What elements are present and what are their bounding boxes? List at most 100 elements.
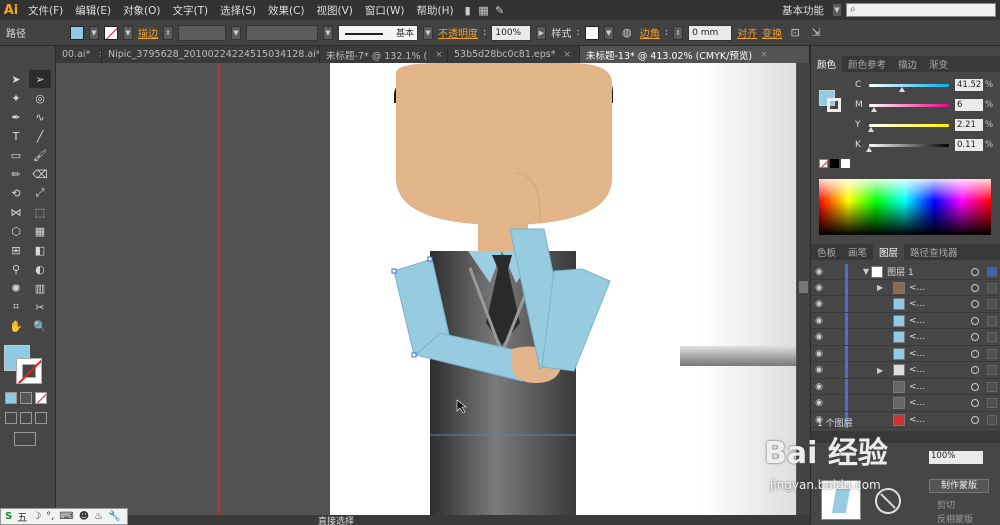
eye-icon[interactable]: ◉ [811,382,827,392]
tab-doc-2[interactable]: Nipic_3795628_20100224224515034128.ai*× [102,46,320,63]
fill-swatch[interactable] [70,25,84,40]
slider-knob[interactable] [870,106,877,112]
eraser-tool-icon[interactable]: ⌫ [29,165,51,183]
fill-dropdown[interactable]: ▼ [89,25,99,40]
cmyk-value-field[interactable]: 41.52 [955,79,983,91]
direct-selection-tool-icon[interactable]: ➢ [29,70,51,88]
column-graph-tool-icon[interactable]: ▥ [29,279,51,297]
lasso-tool-icon[interactable]: ◎ [29,89,51,107]
menu-file[interactable]: 文件(F) [22,3,69,18]
none-mode-button[interactable] [35,392,47,404]
tab-stroke[interactable]: 描边 [892,56,923,72]
transform-link[interactable]: 变换 [762,25,782,40]
punct-icon[interactable]: °, [46,511,54,522]
selection-indicator[interactable] [987,299,997,309]
bridge-icon[interactable]: ▮ [460,2,476,18]
pencil-tool-icon[interactable]: ✏ [5,165,27,183]
draw-inside-button[interactable] [35,412,47,424]
menu-view[interactable]: 视图(V) [311,3,359,18]
graphic-style-dropdown[interactable]: ▼ [603,25,614,40]
selection-indicator[interactable] [987,365,997,375]
sublayer-row[interactable]: ◉ <... [811,345,1000,362]
eye-icon[interactable]: ◉ [811,349,827,359]
opacity-label[interactable]: 不透明度 [438,25,478,40]
stroke-weight-field[interactable] [178,24,226,41]
eye-icon[interactable]: ◉ [811,267,827,277]
anchor-point[interactable] [427,256,433,262]
type-tool-icon[interactable]: T [5,127,27,145]
eye-icon[interactable]: ◉ [811,332,827,342]
search-input[interactable]: ⌕ [846,3,996,17]
cmyk-value-field[interactable]: 2.21 [955,119,983,131]
selection-indicator[interactable] [987,332,997,342]
stroke-weight-stepper[interactable]: ⇕ [163,25,173,40]
cmyk-value-field[interactable]: 6 [955,99,983,111]
cmyk-slider-c[interactable] [869,83,949,92]
draw-normal-button[interactable] [5,412,17,424]
menu-object[interactable]: 对象(O) [117,3,166,18]
rectangle-tool-icon[interactable]: ▭ [5,146,27,164]
gradient-tool-icon[interactable]: ◧ [29,241,51,259]
stroke-color-box[interactable] [16,358,42,384]
eyedropper-tool-icon[interactable]: ⚲ [5,260,27,278]
anchor-point[interactable] [391,268,397,274]
sublayer-row[interactable]: ◉ ▶ <... [811,279,1000,296]
hand-tool-icon[interactable]: ✋ [5,317,27,335]
draw-behind-button[interactable] [20,412,32,424]
tab-color-guide[interactable]: 颜色参考 [842,56,892,72]
sublayer-row[interactable]: ◉ ▶ <... [811,362,1000,379]
selection-indicator[interactable] [987,381,997,392]
corner-label[interactable]: 边角 [640,25,660,40]
corner-field[interactable]: 0 mm [688,24,733,41]
target-icon[interactable] [971,300,979,308]
tab-color[interactable]: 颜色 [811,56,843,72]
symbol-sprayer-tool-icon[interactable]: ✺ [5,279,27,297]
target-icon[interactable] [971,366,979,374]
selection-indicator[interactable] [987,266,997,277]
tab-swatches[interactable]: 色板 [811,244,842,260]
menu-effect[interactable]: 效果(C) [262,3,311,18]
tab-pathfinder[interactable]: 路径查找器 [904,244,964,260]
artboard[interactable] [330,63,796,515]
gradient-mode-button[interactable] [20,392,32,404]
close-icon[interactable]: × [564,50,572,60]
width-tool-icon[interactable]: ⋈ [5,203,27,221]
target-icon[interactable] [971,399,979,407]
zoom-tool-icon[interactable]: 🔍 [29,317,51,335]
selection-indicator[interactable] [987,414,997,425]
slider-knob[interactable] [867,126,874,132]
opacity-field[interactable]: 100% [491,24,532,41]
cmyk-slider-y[interactable] [867,123,949,132]
tab-doc-5[interactable]: 未标题-13* @ 413.02% (CMYK/预览) × [580,46,810,63]
scale-tool-icon[interactable]: ⤢ [29,184,51,202]
align-link[interactable]: 对齐 [737,25,757,40]
menu-edit[interactable]: 编辑(E) [69,3,117,18]
eye-icon[interactable]: ◉ [811,299,827,309]
sublayer-row[interactable]: ◉ <... [811,378,1000,395]
tab-doc-1[interactable]: 00.ai*× [56,46,102,63]
clip-checkbox[interactable]: 剪切 [937,498,955,511]
target-icon[interactable] [971,382,979,391]
sublayer-row[interactable]: ◉ <... [811,296,1000,313]
selection-tool-icon[interactable]: ➤ [5,70,27,88]
white-swatch[interactable] [841,159,850,168]
recolor-icon[interactable]: ◍ [619,25,635,41]
invert-mask-checkbox[interactable]: 反相蒙版 [937,512,973,525]
eye-icon[interactable]: ◉ [811,398,827,408]
anchor-point[interactable] [411,352,417,358]
target-icon[interactable] [971,316,979,325]
target-icon[interactable] [971,267,979,276]
sublayer-row[interactable]: ◉ <... [811,329,1000,346]
transparency-opacity-field[interactable]: 100% [929,451,983,464]
arrange-icon[interactable]: ▦ [476,2,492,18]
isolate-icon[interactable]: ⊡ [787,25,803,41]
menu-window[interactable]: 窗口(W) [359,3,411,18]
rotate-tool-icon[interactable]: ⟲ [5,184,27,202]
target-icon[interactable] [971,349,979,358]
panel-menu-icon[interactable]: ⇲ [808,25,824,41]
menu-select[interactable]: 选择(S) [214,3,262,18]
menu-type[interactable]: 文字(T) [167,3,215,18]
sublayer-row[interactable]: ◉ <... [811,395,1000,412]
eye-icon[interactable]: ◉ [811,316,827,326]
opacity-dropdown[interactable]: ▶ [536,25,547,40]
